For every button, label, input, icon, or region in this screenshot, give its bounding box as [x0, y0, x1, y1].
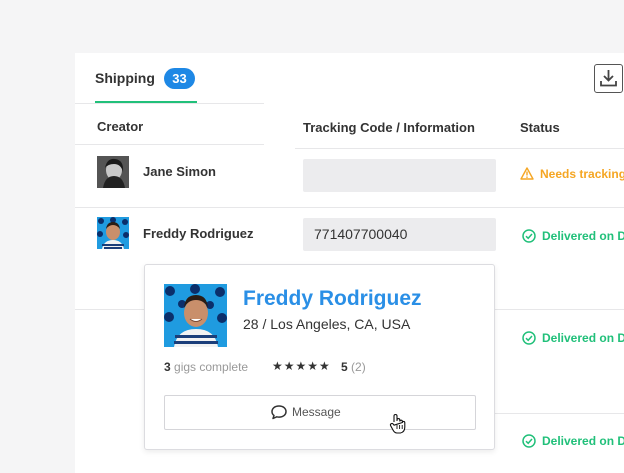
rating-value: 5 — [341, 360, 348, 374]
check-circle-icon — [522, 229, 536, 243]
download-icon — [600, 70, 617, 87]
column-header-tracking[interactable]: Tracking Code / Information — [303, 120, 475, 135]
status-badge: Delivered on D — [522, 228, 624, 243]
tab-bar: Shipping 33 — [75, 53, 624, 104]
shipping-count-badge: 33 — [164, 68, 195, 89]
avatar — [97, 217, 129, 249]
tracking-input[interactable] — [303, 159, 496, 192]
profile-photo — [164, 284, 227, 347]
rating-count: (2) — [351, 360, 366, 374]
profile-location: 28 / Los Angeles, CA, USA — [243, 316, 411, 332]
gigs-count: 3 — [164, 360, 171, 374]
warning-icon — [520, 167, 534, 181]
avatar — [97, 156, 129, 188]
rating: 5 (2) — [341, 360, 366, 374]
message-button[interactable]: Message — [164, 395, 476, 430]
check-circle-icon — [522, 331, 536, 345]
divider — [495, 413, 624, 414]
tracking-input[interactable]: 771407700040 — [303, 218, 496, 251]
message-button-label: Message — [292, 405, 341, 419]
divider — [75, 144, 264, 145]
status-badge: Delivered on D — [522, 433, 624, 448]
download-button[interactable] — [594, 64, 623, 93]
status-text: Needs tracking — [540, 166, 624, 181]
creator-profile-popover: Freddy Rodriguez 28 / Los Angeles, CA, U… — [144, 253, 495, 450]
gigs-complete: 3 gigs complete — [164, 360, 248, 374]
divider — [75, 103, 264, 104]
message-button-content: Message — [270, 404, 341, 420]
check-circle-icon — [522, 434, 536, 448]
status-text: Delivered on D — [542, 228, 624, 243]
divider — [75, 207, 624, 208]
creator-name[interactable]: Jane Simon — [143, 164, 216, 179]
tab-shipping-label: Shipping — [95, 70, 155, 86]
creator-name[interactable]: Freddy Rodriguez — [143, 226, 254, 241]
hand-pointer-cursor-icon — [389, 413, 406, 434]
status-badge: Delivered on D — [522, 330, 624, 345]
star-rating-icon: ★★★★★ — [272, 359, 331, 373]
profile-name[interactable]: Freddy Rodriguez — [243, 287, 422, 311]
status-badge: Needs tracking — [520, 166, 624, 181]
column-header-status[interactable]: Status — [520, 120, 560, 135]
status-text: Delivered on D — [542, 330, 624, 345]
chat-bubble-icon — [271, 405, 287, 420]
status-text: Delivered on D — [542, 433, 624, 448]
column-header-creator[interactable]: Creator — [97, 119, 143, 134]
gigs-label: gigs complete — [174, 360, 249, 374]
divider — [295, 148, 624, 149]
